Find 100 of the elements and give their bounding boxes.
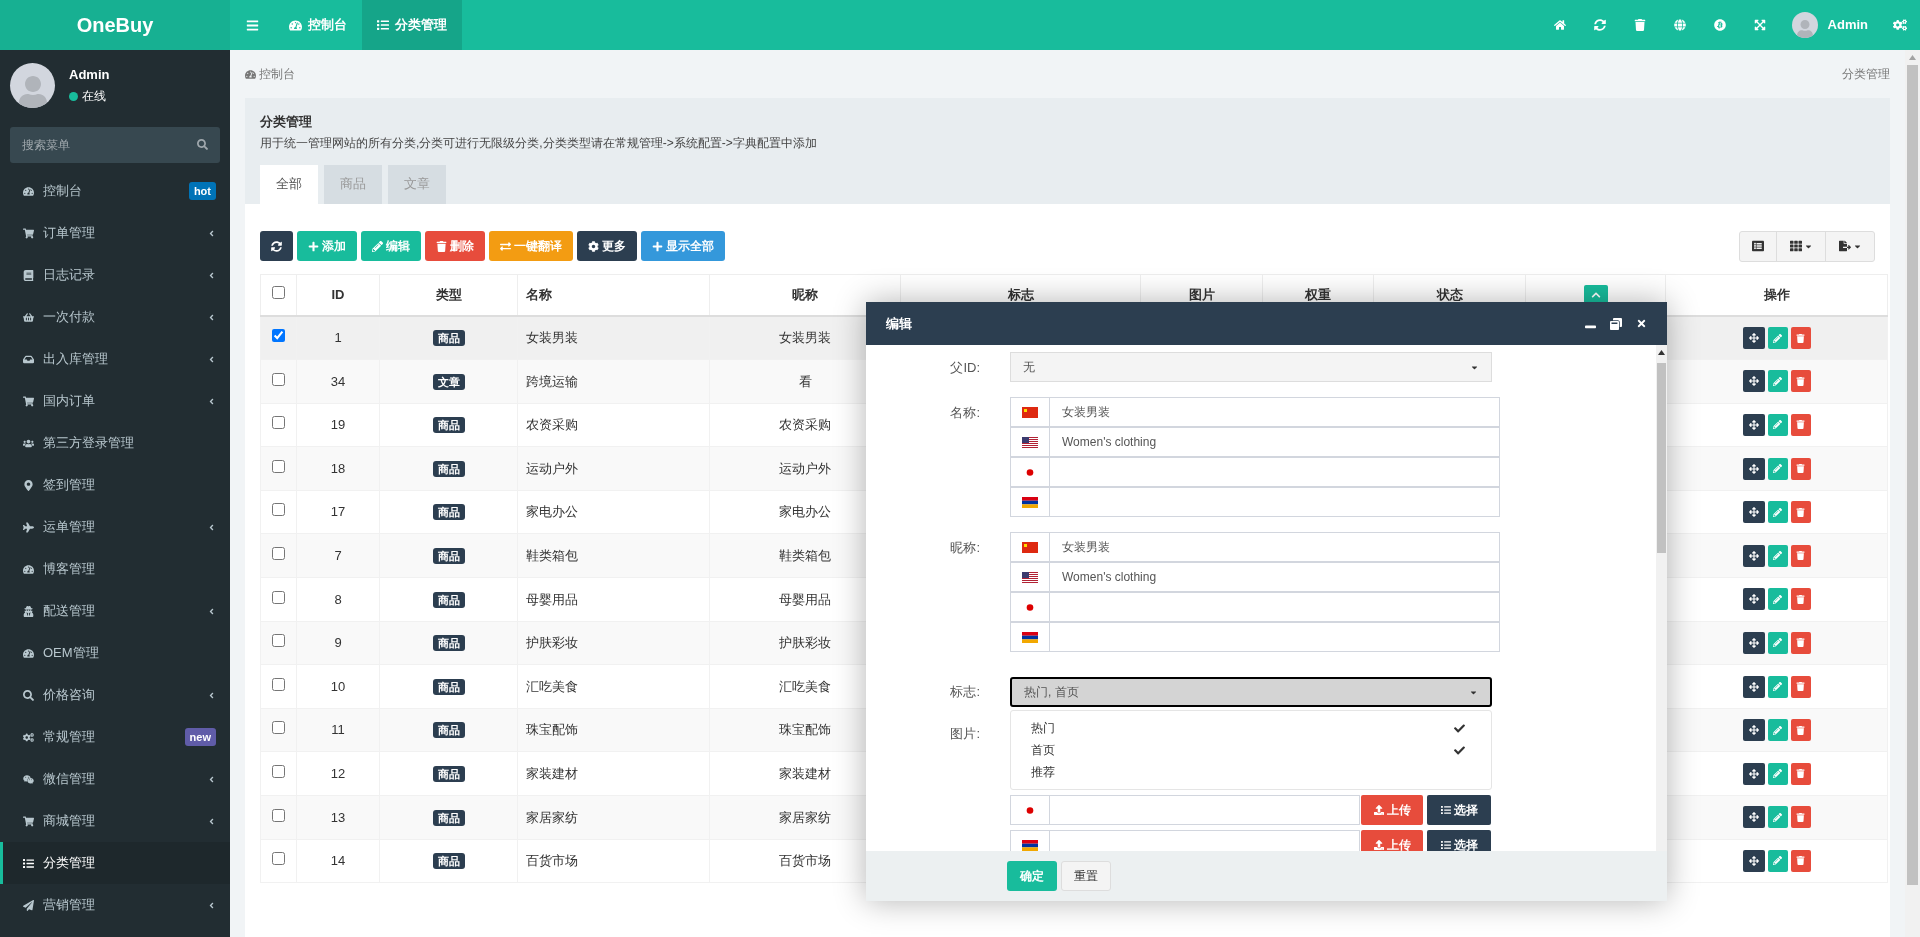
- column-header[interactable]: ID: [331, 287, 345, 302]
- sidebar-item[interactable]: OEM管理: [0, 632, 230, 674]
- delete-button[interactable]: [1790, 719, 1811, 742]
- toolbar-button[interactable]: 更多: [577, 231, 637, 261]
- drag-button[interactable]: [1742, 719, 1765, 742]
- row-checkbox[interactable]: [272, 503, 285, 517]
- sidebar-item[interactable]: 分类管理: [0, 842, 230, 884]
- drag-button[interactable]: [1742, 544, 1765, 567]
- delete-button[interactable]: [1790, 501, 1811, 524]
- drag-button[interactable]: [1742, 806, 1765, 829]
- column-header[interactable]: 图片: [1188, 287, 1215, 302]
- row-checkbox[interactable]: [272, 765, 285, 778]
- breadcrumb-link[interactable]: 控制台: [245, 65, 295, 83]
- sidebar-item[interactable]: 商城管理: [0, 800, 230, 842]
- sidebar-item[interactable]: 签到管理: [0, 464, 230, 506]
- delete-button[interactable]: [1790, 327, 1811, 350]
- scrollbar[interactable]: [1905, 50, 1920, 937]
- row-checkbox[interactable]: [272, 329, 285, 343]
- delete-button[interactable]: [1790, 631, 1811, 654]
- drag-button[interactable]: [1742, 631, 1765, 654]
- delete-button[interactable]: [1790, 457, 1811, 480]
- drag-button[interactable]: [1742, 762, 1765, 785]
- delete-button[interactable]: [1790, 544, 1811, 567]
- sidebar-item[interactable]: 运单管理: [0, 506, 230, 548]
- row-checkbox[interactable]: [272, 808, 285, 822]
- row-checkbox[interactable]: [272, 547, 285, 560]
- column-header[interactable]: 状态: [1436, 287, 1463, 302]
- row-checkbox[interactable]: [272, 721, 285, 735]
- parent-select[interactable]: 无: [1010, 352, 1492, 382]
- text-field[interactable]: [1050, 592, 1500, 622]
- dropdown-option[interactable]: 热门: [1011, 717, 1491, 739]
- restore-icon[interactable]: [1610, 317, 1622, 330]
- text-field[interactable]: Women's clothing: [1050, 562, 1500, 592]
- column-header[interactable]: 标志: [1007, 287, 1034, 302]
- sidebar-item[interactable]: 常规管理 new: [0, 716, 230, 758]
- upload-button[interactable]: 上传: [1361, 795, 1423, 825]
- sidebar-item[interactable]: 订单管理: [0, 212, 230, 254]
- delete-button[interactable]: [1790, 806, 1811, 829]
- bitcoin-icon: [1713, 19, 1726, 31]
- text-field[interactable]: 女装男装: [1050, 532, 1500, 562]
- delete-button[interactable]: [1790, 762, 1811, 785]
- row-checkbox[interactable]: [272, 372, 285, 386]
- sidebar-item[interactable]: 价格咨询: [0, 674, 230, 716]
- select-all-checkbox[interactable]: [272, 286, 285, 299]
- row-checkbox[interactable]: [272, 416, 285, 430]
- choose-button[interactable]: 选择: [1427, 830, 1491, 851]
- row-checkbox[interactable]: [272, 459, 285, 473]
- text-field[interactable]: [1050, 622, 1500, 652]
- sidebar-item[interactable]: 微信管理: [0, 758, 230, 800]
- drag-button[interactable]: [1742, 675, 1765, 698]
- reset-button[interactable]: 重置: [1061, 861, 1111, 891]
- scroll-up-icon[interactable]: [1658, 350, 1665, 355]
- upload-button[interactable]: 上传: [1361, 830, 1423, 851]
- delete-button[interactable]: [1790, 414, 1811, 436]
- collapse-button[interactable]: [1583, 284, 1608, 305]
- text-field[interactable]: Women's clothing: [1050, 427, 1500, 457]
- sidebar-item[interactable]: 第三方登录管理: [0, 422, 230, 464]
- row-checkbox[interactable]: [272, 590, 285, 604]
- drag-button[interactable]: [1742, 414, 1765, 436]
- drag-button[interactable]: [1742, 370, 1765, 393]
- sidebar-item[interactable]: 出入库管理: [0, 338, 230, 380]
- sidebar-item[interactable]: 博客管理: [0, 548, 230, 590]
- sidebar-item[interactable]: 一次付款: [0, 296, 230, 338]
- tab[interactable]: 全部: [260, 164, 318, 204]
- search-field[interactable]: 搜索菜单: [10, 127, 220, 163]
- drag-button[interactable]: [1742, 457, 1765, 480]
- text-field[interactable]: [1050, 457, 1500, 487]
- delete-button[interactable]: [1790, 588, 1811, 611]
- choose-button[interactable]: 选择: [1427, 795, 1491, 825]
- sidebar-item[interactable]: 控制台 hot: [0, 170, 230, 212]
- dropdown-option[interactable]: 推荐: [1011, 761, 1491, 783]
- refresh-button[interactable]: [260, 231, 293, 261]
- row-checkbox[interactable]: [272, 677, 285, 691]
- sidebar-item[interactable]: 营销管理: [0, 884, 230, 926]
- sidebar-item[interactable]: 配送管理: [0, 590, 230, 632]
- row-checkbox[interactable]: [272, 852, 285, 866]
- text-field[interactable]: [1050, 487, 1500, 517]
- drag-button[interactable]: [1742, 327, 1765, 350]
- drag-button[interactable]: [1742, 501, 1765, 524]
- sidebar-item[interactable]: 国内订单: [0, 380, 230, 422]
- delete-button[interactable]: [1790, 849, 1811, 872]
- row-checkbox[interactable]: [272, 634, 285, 648]
- toolbar-button[interactable]: 删除: [425, 231, 485, 261]
- sidebar-item[interactable]: 日志记录: [0, 254, 230, 296]
- dialog-scrollbar[interactable]: [1656, 345, 1667, 851]
- drag-button[interactable]: [1742, 849, 1765, 872]
- column-header[interactable]: 昵称: [792, 287, 818, 302]
- delete-button[interactable]: [1790, 675, 1811, 698]
- image-path-field[interactable]: [1050, 795, 1360, 825]
- close-icon[interactable]: [1636, 318, 1647, 329]
- column-header[interactable]: 类型: [435, 287, 462, 302]
- globe-icon: [1673, 19, 1686, 31]
- column-header[interactable]: 名称: [526, 287, 552, 302]
- dropdown-option[interactable]: 首页: [1011, 739, 1491, 761]
- text-field[interactable]: 女装男装: [1050, 397, 1500, 427]
- delete-button[interactable]: [1790, 370, 1811, 393]
- flags-select[interactable]: 热门, 首页: [1010, 677, 1492, 707]
- drag-button[interactable]: [1742, 588, 1765, 611]
- column-header[interactable]: 操作: [1763, 287, 1790, 302]
- column-header[interactable]: 权重: [1305, 287, 1331, 302]
